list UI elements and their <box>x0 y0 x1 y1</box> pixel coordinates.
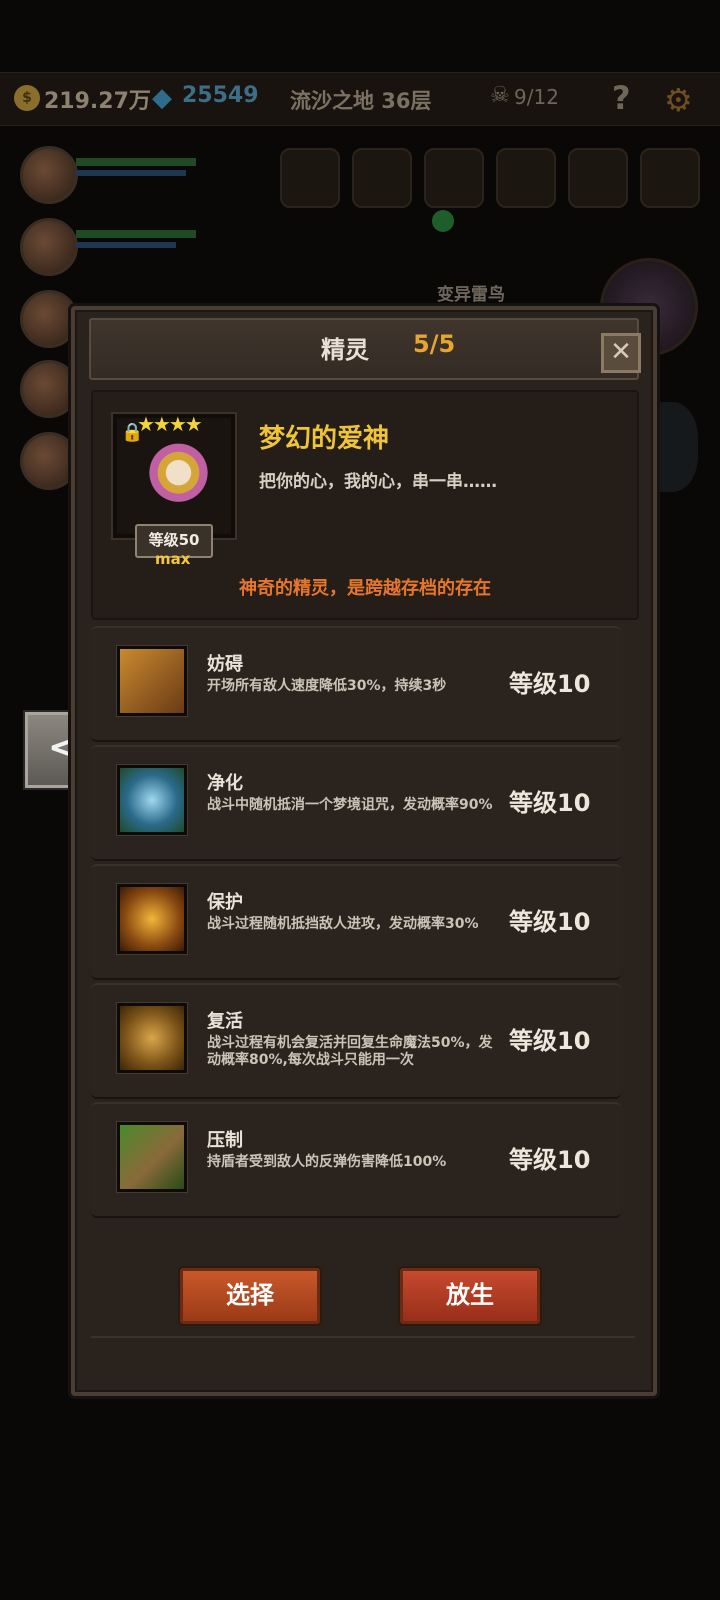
divider <box>91 1336 635 1338</box>
skill-name: 保护 <box>207 892 243 913</box>
close-button[interactable]: ✕ <box>601 333 641 373</box>
skill-level: 等级10 <box>509 1027 591 1055</box>
hero-avatar <box>20 360 78 418</box>
skill-level: 等级10 <box>509 670 591 698</box>
spirit-info-panel: 🔒 ★★★★ 等级50 max 梦幻的爱神 把你的心，我的心，串一串…… 神奇的… <box>91 390 639 620</box>
item-slot-acorn-icon <box>280 148 340 208</box>
item-slot-pig-icon <box>640 148 700 208</box>
skill-description: 战斗过程随机抵挡敌人进攻，发动概率30% <box>207 916 479 932</box>
skill-row[interactable]: 复活 战斗过程有机会复活并回复生命魔法50%，发动概率80%,每次战斗只能用一次… <box>91 983 621 1099</box>
beast-claw-icon <box>117 1122 187 1192</box>
enemy-name: 变异雷鸟 <box>437 285 505 305</box>
skill-description: 持盾者受到敌人的反弹伤害降低100% <box>207 1154 447 1170</box>
spirit-note: 神奇的精灵，是跨越存档的存在 <box>239 578 491 599</box>
gold-coin-icon: $ <box>14 85 40 111</box>
star-rating: ★★★★ <box>137 412 203 436</box>
blue-flower-icon <box>117 765 187 835</box>
spirit-portrait[interactable]: 🔒 ★★★★ <box>113 412 235 538</box>
skill-level: 等级10 <box>509 908 591 936</box>
skill-name: 妨碍 <box>207 654 243 675</box>
cupid-portrait-icon <box>129 434 219 520</box>
kill-counter: 9/12 <box>514 85 559 109</box>
hero-avatar <box>20 290 78 348</box>
spirit-description: 把你的心，我的心，串一串…… <box>259 472 497 492</box>
revive-figure-icon <box>117 1003 187 1073</box>
resource-bar: $ 219.27万 ◆ 25549 流沙之地 36层 ☠ 9/12 ? ⚙ <box>0 72 720 126</box>
item-slot-horse-icon <box>352 148 412 208</box>
choose-button[interactable]: 选择 <box>180 1268 320 1324</box>
spirit-level-max: max <box>155 550 191 568</box>
skill-name: 复活 <box>207 1011 243 1032</box>
gold-amount: 219.27万 <box>44 89 151 114</box>
hero-mp-bar <box>76 170 186 176</box>
settings-gear-icon[interactable]: ⚙ <box>664 81 693 119</box>
spirit-dialog: 精灵 5/5 ✕ 🔒 ★★★★ 等级50 max 梦幻的爱神 把你的心，我的心，… <box>71 306 657 1396</box>
item-slot-flute-icon <box>496 148 556 208</box>
skull-icon: ☠ <box>490 83 510 108</box>
diamond-amount: 25549 <box>182 83 259 108</box>
hero-hp-bar <box>76 230 196 238</box>
diamond-icon: ◆ <box>152 83 172 113</box>
pause-indicator-icon <box>432 210 454 232</box>
hero-avatar <box>20 218 78 276</box>
skill-row[interactable]: 净化 战斗中随机抵消一个梦境诅咒，发动概率90% 等级10 <box>91 745 621 861</box>
item-slot-key-icon <box>568 148 628 208</box>
spirit-count: 5/5 <box>413 330 456 358</box>
skill-description: 战斗中随机抵消一个梦境诅咒，发动概率90% <box>207 797 493 813</box>
dialog-header: 精灵 5/5 ✕ <box>89 318 641 380</box>
skill-description: 战斗过程有机会复活并回复生命魔法50%，发动概率80%,每次战斗只能用一次 <box>207 1035 493 1068</box>
hero-mp-bar <box>76 242 176 248</box>
hero-avatar <box>20 146 78 204</box>
skill-row[interactable]: 保护 战斗过程随机抵挡敌人进攻，发动概率30% 等级10 <box>91 864 621 980</box>
help-button[interactable]: ? <box>612 79 631 117</box>
spirit-name: 梦幻的爱神 <box>259 424 390 454</box>
hero-avatar <box>20 432 78 490</box>
skill-description: 开场所有敌人速度降低30%，持续3秒 <box>207 678 447 694</box>
release-button[interactable]: 放生 <box>400 1268 540 1324</box>
skill-name: 压制 <box>207 1130 243 1151</box>
dialog-title: 精灵 <box>321 336 369 364</box>
skill-name: 净化 <box>207 773 243 794</box>
hero-hp-bar <box>76 158 196 166</box>
guardian-figure-icon <box>117 884 187 954</box>
stage-label: 流沙之地 36层 <box>290 89 432 113</box>
skill-level: 等级10 <box>509 1146 591 1174</box>
item-slot-feather-icon <box>424 148 484 208</box>
skill-row[interactable]: 压制 持盾者受到敌人的反弹伤害降低100% 等级10 <box>91 1102 621 1218</box>
chained-boot-icon <box>117 646 187 716</box>
skill-row[interactable]: 妨碍 开场所有敌人速度降低30%，持续3秒 等级10 <box>91 626 621 742</box>
skill-level: 等级10 <box>509 789 591 817</box>
